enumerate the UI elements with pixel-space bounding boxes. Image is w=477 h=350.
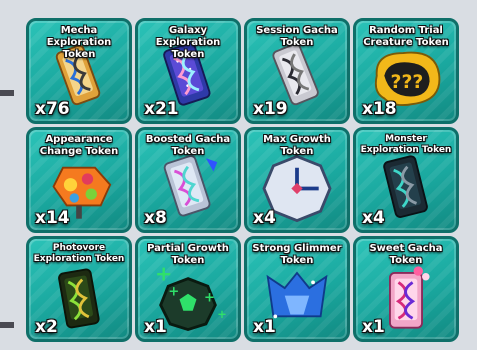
svg-text:+: + xyxy=(217,307,226,321)
token-count: x19 xyxy=(253,99,288,119)
token-name: Session Gacha Token xyxy=(256,25,338,48)
token-count: x4 xyxy=(253,208,276,228)
token-inventory-grid: Mecha Exploration Token x76 Galaxy Explo… xyxy=(10,10,476,350)
token-name: Boosted Gacha Token xyxy=(145,134,231,157)
token-tile-boosted-gacha[interactable]: Boosted Gacha Token x8 xyxy=(135,127,241,233)
token-name: Appearance Change Token xyxy=(39,134,119,157)
token-count: x21 xyxy=(144,99,179,119)
token-name: Max Growth Token xyxy=(263,134,331,157)
token-count: x1 xyxy=(362,317,385,337)
token-count: x4 xyxy=(362,208,385,228)
token-tile-mecha-exploration[interactable]: Mecha Exploration Token x76 xyxy=(26,18,132,124)
token-tile-session-gacha[interactable]: Session Gacha Token x19 xyxy=(244,18,350,124)
token-tile-random-trial-creature[interactable]: ??? Random Trial Creature Token x18 xyxy=(353,18,459,124)
token-tile-galaxy-exploration[interactable]: Galaxy Exploration Token x21 xyxy=(135,18,241,124)
token-count: x2 xyxy=(35,317,58,337)
token-name: Galaxy Exploration Token xyxy=(155,25,221,60)
token-tile-max-growth[interactable]: Max Growth Token x4 xyxy=(244,127,350,233)
token-count: x76 xyxy=(35,99,70,119)
token-tile-partial-growth[interactable]: + + + + Partial Growth Token x1 xyxy=(135,236,241,342)
token-name: Photovore Exploration Token xyxy=(33,243,125,264)
token-tile-appearance-change[interactable]: Appearance Change Token x14 xyxy=(26,127,132,233)
token-tile-sweet-gacha[interactable]: Sweet Gacha Token x1 xyxy=(353,236,459,342)
token-name: Partial Growth Token xyxy=(147,243,229,266)
token-count: x1 xyxy=(253,317,276,337)
svg-text:???: ??? xyxy=(391,71,424,93)
token-name: Monster Exploration Token xyxy=(360,134,452,155)
token-name: Random Trial Creature Token xyxy=(363,25,449,48)
token-tile-photovore-exploration[interactable]: Photovore Exploration Token x2 xyxy=(26,236,132,342)
token-name: Sweet Gacha Token xyxy=(369,243,443,266)
token-name: Strong Glimmer Token xyxy=(252,243,342,266)
token-count: x18 xyxy=(362,99,397,119)
svg-text:+: + xyxy=(168,285,179,300)
token-count: x8 xyxy=(144,208,167,228)
token-name: Mecha Exploration Token xyxy=(46,25,112,60)
svg-text:+: + xyxy=(204,290,215,305)
token-count: x1 xyxy=(144,317,167,337)
token-count: x14 xyxy=(35,208,70,228)
token-tile-monster-exploration[interactable]: Monster Exploration Token x4 xyxy=(353,127,459,233)
token-tile-strong-glimmer[interactable]: Strong Glimmer Token x1 xyxy=(244,236,350,342)
